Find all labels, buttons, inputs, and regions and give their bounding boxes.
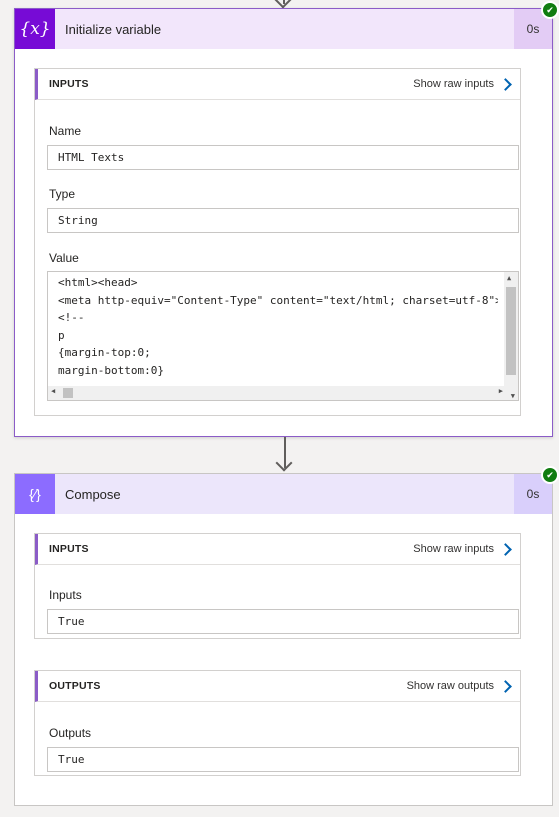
- action-title: Initialize variable: [65, 21, 162, 37]
- scroll-left-icon[interactable]: ◀: [51, 387, 55, 395]
- outputs-label: Outputs: [49, 726, 92, 740]
- value-text: <html><head> <meta http-equiv="Content-T…: [48, 272, 518, 397]
- inputs-section: INPUTS Show raw inputs Name HTML Texts T…: [34, 68, 521, 416]
- outputs-section-header: OUTPUTS Show raw outputs: [35, 671, 520, 702]
- show-raw-inputs-label: Show raw inputs: [413, 543, 494, 555]
- scroll-corner: ▼: [504, 384, 518, 400]
- type-field[interactable]: String: [47, 208, 519, 233]
- success-check-icon: ✔: [541, 466, 559, 484]
- inputs-section-header: INPUTS Show raw inputs: [35, 534, 520, 565]
- show-raw-inputs-link[interactable]: Show raw inputs: [413, 77, 512, 91]
- compose-card[interactable]: {⁄} Compose 0s INPUTS Show raw inputs In…: [14, 473, 553, 806]
- value-line: p: [58, 328, 65, 342]
- scroll-up-icon[interactable]: ▲: [507, 274, 511, 282]
- show-raw-outputs-label: Show raw outputs: [406, 680, 494, 692]
- success-check-icon: ✔: [541, 1, 559, 19]
- inputs-label: Inputs: [49, 588, 82, 602]
- vertical-scroll-thumb[interactable]: [506, 287, 516, 375]
- show-raw-inputs-label: Show raw inputs: [413, 78, 494, 90]
- initialize-variable-card[interactable]: {x} Initialize variable 0s INPUTS Show r…: [14, 8, 553, 437]
- name-label: Name: [49, 124, 82, 138]
- outputs-field[interactable]: True: [47, 747, 519, 772]
- compose-icon: {⁄}: [15, 474, 55, 514]
- name-field[interactable]: HTML Texts: [47, 145, 519, 170]
- outputs-section: OUTPUTS Show raw outputs Outputs True: [34, 670, 521, 776]
- chevron-right-icon: [499, 542, 512, 556]
- horizontal-scroll-thumb[interactable]: [63, 388, 73, 398]
- initialize-variable-header[interactable]: {x} Initialize variable 0s: [15, 9, 552, 49]
- inputs-field[interactable]: True: [47, 609, 519, 634]
- inputs-heading: INPUTS: [49, 543, 89, 555]
- compose-header[interactable]: {⁄} Compose 0s: [15, 474, 552, 514]
- value-line: {margin-top:0;: [58, 346, 151, 360]
- value-line: <!--: [58, 311, 85, 325]
- variable-icon: {x}: [15, 9, 55, 49]
- scroll-down-icon[interactable]: ▼: [511, 392, 515, 400]
- show-raw-outputs-link[interactable]: Show raw outputs: [406, 679, 512, 693]
- value-line: margin-bottom:0}: [58, 363, 164, 377]
- chevron-right-icon: [499, 679, 512, 693]
- action-title: Compose: [65, 486, 121, 502]
- value-label: Value: [49, 251, 79, 265]
- outputs-heading: OUTPUTS: [49, 680, 101, 692]
- chevron-right-icon: [499, 77, 512, 91]
- show-raw-inputs-link[interactable]: Show raw inputs: [413, 542, 512, 556]
- scroll-right-icon[interactable]: ▶: [499, 387, 503, 395]
- vertical-scrollbar[interactable]: ▲: [504, 272, 518, 386]
- horizontal-scrollbar[interactable]: ◀ ▶: [48, 386, 506, 400]
- type-label: Type: [49, 187, 76, 201]
- inputs-section-header: INPUTS Show raw inputs: [35, 69, 520, 100]
- value-line: <meta http-equiv="Content-Type" content=…: [58, 293, 498, 307]
- value-textarea[interactable]: <html><head> <meta http-equiv="Content-T…: [47, 271, 519, 401]
- inputs-heading: INPUTS: [49, 78, 89, 90]
- connector-arrow-middle: [275, 454, 293, 472]
- inputs-section: INPUTS Show raw inputs Inputs True: [34, 533, 521, 639]
- value-line: <html><head>: [58, 276, 138, 289]
